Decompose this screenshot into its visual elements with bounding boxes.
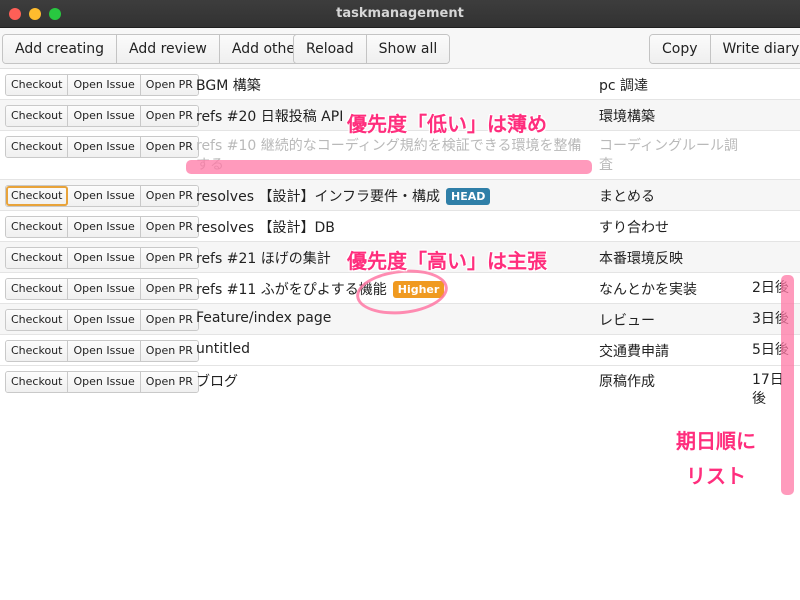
task-title: resolves 【設計】インフラ要件・構成 HEAD bbox=[196, 186, 491, 206]
row-action-group: Checkout Open Issue Open PR bbox=[5, 74, 199, 96]
open-issue-button[interactable]: Open Issue bbox=[68, 186, 141, 206]
task-title: refs #21 ほげの集計 bbox=[196, 251, 331, 267]
task-subtask: コーディングルール調査 bbox=[599, 138, 739, 173]
head-badge: HEAD bbox=[446, 188, 491, 205]
open-issue-button[interactable]: Open Issue bbox=[68, 248, 141, 268]
reload-button[interactable]: Reload bbox=[294, 35, 367, 63]
task-subtask: すり合わせ bbox=[599, 220, 669, 236]
row-action-group: Checkout Open Issue Open PR bbox=[5, 340, 199, 362]
task-subtask: 交通費申請 bbox=[599, 344, 669, 360]
open-pr-button[interactable]: Open PR bbox=[140, 372, 198, 392]
show-all-button[interactable]: Show all bbox=[366, 35, 450, 63]
open-pr-button[interactable]: Open PR bbox=[140, 279, 198, 299]
checkout-button[interactable]: Checkout bbox=[6, 186, 69, 206]
toolbar: Add creating Add review Add other Reload… bbox=[0, 28, 800, 69]
annotation-low-priority: 優先度「低い」は薄め bbox=[347, 112, 547, 136]
copy-button[interactable]: Copy bbox=[650, 35, 711, 63]
checkout-button[interactable]: Checkout bbox=[6, 310, 69, 330]
sort-order-highlight bbox=[781, 275, 794, 495]
task-title: refs #20 日報投稿 API bbox=[196, 109, 344, 125]
open-issue-button[interactable]: Open Issue bbox=[68, 106, 141, 126]
open-pr-button[interactable]: Open PR bbox=[140, 106, 198, 126]
checkout-button[interactable]: Checkout bbox=[6, 341, 69, 361]
task-subtask: 本番環境反映 bbox=[599, 251, 683, 267]
annotation-sorted-line2: リスト bbox=[686, 464, 746, 488]
open-pr-button[interactable]: Open PR bbox=[140, 186, 198, 206]
open-pr-button[interactable]: Open PR bbox=[140, 137, 198, 157]
add-creating-button[interactable]: Add creating bbox=[3, 35, 118, 63]
task-row: Checkout Open Issue Open PR resolves 【設計… bbox=[0, 180, 800, 211]
open-issue-button[interactable]: Open Issue bbox=[68, 217, 141, 237]
open-issue-button[interactable]: Open Issue bbox=[68, 372, 141, 392]
task-title: ブログ bbox=[196, 374, 238, 390]
row-action-group: Checkout Open Issue Open PR bbox=[5, 185, 199, 207]
task-subtask: 原稿作成 bbox=[599, 374, 655, 390]
checkout-button[interactable]: Checkout bbox=[6, 372, 69, 392]
task-subtask: レビュー bbox=[599, 313, 655, 329]
row-action-group: Checkout Open Issue Open PR bbox=[5, 136, 199, 158]
task-title: resolves 【設計】DB bbox=[196, 220, 335, 236]
open-issue-button[interactable]: Open Issue bbox=[68, 310, 141, 330]
row-action-group: Checkout Open Issue Open PR bbox=[5, 105, 199, 127]
annotation-high-priority: 優先度「高い」は主張 bbox=[347, 249, 547, 273]
write-diary-button[interactable]: Write diary bbox=[710, 35, 800, 63]
export-button-group: Copy Write diary bbox=[649, 34, 800, 64]
add-button-group: Add creating Add review Add other bbox=[2, 34, 314, 64]
window-title: taskmanagement bbox=[336, 6, 464, 21]
task-row: Checkout Open Issue Open PR ブログ 原稿作成 17日… bbox=[0, 366, 800, 416]
task-title: BGM 構築 bbox=[196, 78, 261, 94]
task-title: Feature/index page bbox=[196, 310, 332, 326]
low-priority-highlight bbox=[186, 160, 592, 174]
task-row: Checkout Open Issue Open PR BGM 構築 pc 調達 bbox=[0, 69, 800, 100]
window-titlebar: taskmanagement bbox=[0, 0, 800, 28]
row-action-group: Checkout Open Issue Open PR bbox=[5, 216, 199, 238]
open-pr-button[interactable]: Open PR bbox=[140, 341, 198, 361]
open-issue-button[interactable]: Open Issue bbox=[68, 75, 141, 95]
open-issue-button[interactable]: Open Issue bbox=[68, 279, 141, 299]
checkout-button[interactable]: Checkout bbox=[6, 106, 69, 126]
checkout-button[interactable]: Checkout bbox=[6, 75, 69, 95]
task-subtask: なんとかを実装 bbox=[599, 282, 697, 298]
checkout-button[interactable]: Checkout bbox=[6, 137, 69, 157]
view-button-group: Reload Show all bbox=[293, 34, 451, 64]
task-subtask: 環境構築 bbox=[599, 109, 655, 125]
checkout-button[interactable]: Checkout bbox=[6, 217, 69, 237]
row-action-group: Checkout Open Issue Open PR bbox=[5, 309, 199, 331]
add-review-button[interactable]: Add review bbox=[117, 35, 220, 63]
checkout-button[interactable]: Checkout bbox=[6, 279, 69, 299]
task-row: Checkout Open Issue Open PR untitled 交通費… bbox=[0, 335, 800, 366]
row-action-group: Checkout Open Issue Open PR bbox=[5, 278, 199, 300]
open-issue-button[interactable]: Open Issue bbox=[68, 137, 141, 157]
task-title-text: resolves 【設計】インフラ要件・構成 bbox=[196, 189, 441, 205]
row-action-group: Checkout Open Issue Open PR bbox=[5, 371, 199, 393]
checkout-button[interactable]: Checkout bbox=[6, 248, 69, 268]
open-pr-button[interactable]: Open PR bbox=[140, 310, 198, 330]
open-pr-button[interactable]: Open PR bbox=[140, 248, 198, 268]
task-row: Checkout Open Issue Open PR resolves 【設計… bbox=[0, 211, 800, 242]
annotation-sorted-line1: 期日順に bbox=[676, 429, 756, 453]
task-subtask: pc 調達 bbox=[599, 78, 649, 94]
row-action-group: Checkout Open Issue Open PR bbox=[5, 247, 199, 269]
open-issue-button[interactable]: Open Issue bbox=[68, 341, 141, 361]
open-pr-button[interactable]: Open PR bbox=[140, 75, 198, 95]
task-title: untitled bbox=[196, 341, 251, 357]
task-subtask: まとめる bbox=[599, 189, 655, 205]
open-pr-button[interactable]: Open PR bbox=[140, 217, 198, 237]
